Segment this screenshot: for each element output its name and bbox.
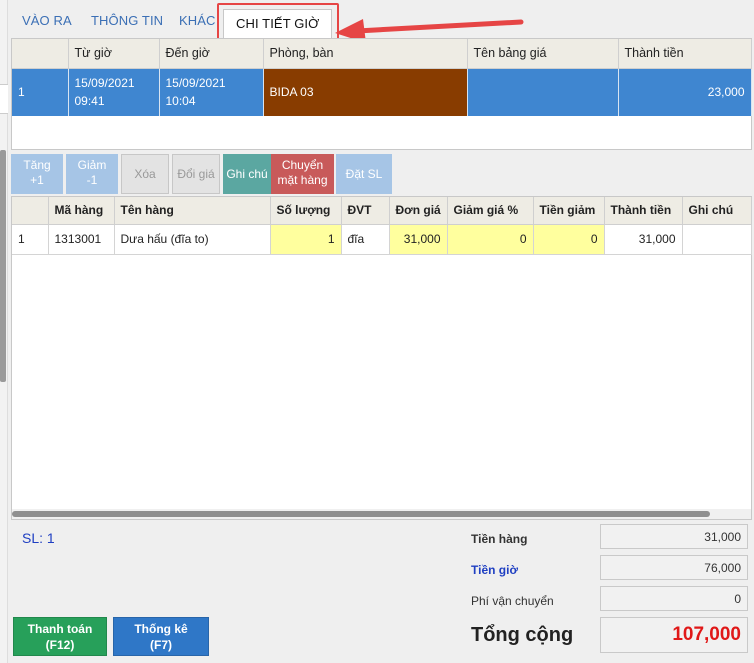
grand-total-label: Tổng cộng	[471, 624, 574, 646]
item-discount-amt-input[interactable]: 0	[533, 224, 605, 255]
set-quantity-button[interactable]: Đặt SL	[336, 154, 392, 194]
item-discount-pct-input[interactable]: 0	[447, 224, 534, 255]
item-name: Dưa hấu (đĩa to)	[114, 224, 271, 255]
items-table: Mã hàng Tên hàng Số lượng ĐVT Đơn giá Gi…	[11, 196, 752, 520]
tab-thong-tin[interactable]: THÔNG TIN	[91, 13, 163, 28]
items-table-header: Mã hàng Tên hàng Số lượng ĐVT Đơn giá Gi…	[12, 197, 752, 225]
amount-cell: 23,000	[618, 68, 752, 116]
stats-button[interactable]: Thống kê (F7)	[113, 617, 209, 656]
to-cell: 15/09/2021 10:04	[159, 68, 264, 116]
to-time: 10:04	[165, 94, 196, 109]
from-time: 09:41	[74, 94, 105, 109]
col-name: Tên hàng	[114, 197, 271, 225]
decrease-label: Giảm	[77, 158, 107, 172]
col-from-time: Từ giờ	[68, 39, 160, 69]
col-total: Thành tiền	[604, 197, 683, 225]
left-pane-edge	[0, 0, 8, 663]
pay-button-label: Thanh toán	[27, 622, 93, 636]
time-table-header: Từ giờ Đến giờ Phòng, bàn Tên bảng giá T…	[12, 39, 752, 69]
item-index: 1	[12, 224, 49, 255]
item-unit: đĩa	[341, 224, 390, 255]
delete-button[interactable]: Xóa	[121, 154, 169, 194]
col-price-list: Tên bảng giá	[467, 39, 619, 69]
change-price-button[interactable]: Đổi giá	[172, 154, 220, 194]
tab-bar: VÀO RA THÔNG TIN KHÁC CHI TIẾT GIỜ	[8, 0, 754, 38]
detail-panel: VÀO RA THÔNG TIN KHÁC CHI TIẾT GIỜ Từ gi…	[8, 0, 754, 663]
note-button[interactable]: Ghi chú	[223, 154, 271, 194]
time-table: Từ giờ Đến giờ Phòng, bàn Tên bảng giá T…	[11, 38, 752, 150]
col-qty: Số lượng	[270, 197, 342, 225]
item-total: 31,000	[604, 224, 683, 255]
room-cell: BIDA 03	[263, 68, 468, 116]
col-unit: ĐVT	[341, 197, 390, 225]
tab-chi-tiet-gio[interactable]: CHI TIẾT GIỜ	[223, 9, 333, 38]
item-code: 1313001	[48, 224, 115, 255]
stats-button-shortcut: (F7)	[150, 638, 172, 652]
horizontal-scrollbar-track	[12, 509, 751, 519]
horizontal-scrollbar[interactable]	[12, 511, 710, 517]
item-price-input[interactable]: 31,000	[389, 224, 448, 255]
shipping-fee-input[interactable]: 0	[600, 586, 748, 611]
time-total-value: 76,000	[600, 555, 748, 580]
quantity-count: SL: 1	[22, 530, 55, 546]
increase-step: +1	[30, 173, 44, 187]
grand-total-value: 107,000	[600, 617, 748, 653]
col-room: Phòng, bàn	[263, 39, 468, 69]
decrease-step: -1	[86, 173, 98, 187]
goods-total-value: 31,000	[600, 524, 748, 549]
move-item-label2: mặt hàng	[277, 173, 328, 187]
move-item-label1: Chuyển	[281, 158, 324, 172]
increase-label: Tăng	[23, 158, 51, 172]
shipping-fee-label: Phí vận chuyển	[471, 594, 554, 608]
left-pane-selected-row	[0, 84, 8, 114]
pay-button[interactable]: Thanh toán (F12)	[13, 617, 107, 656]
col-discount-pct: Giảm giá %	[447, 197, 534, 225]
from-cell: 15/09/2021 09:41	[68, 68, 160, 116]
increase-button[interactable]: Tăng +1	[11, 154, 63, 194]
item-qty-input[interactable]: 1	[270, 224, 342, 255]
col-note: Ghi chú	[682, 197, 752, 225]
col-amount: Thành tiền	[618, 39, 752, 69]
row-index: 1	[12, 68, 69, 116]
tab-khac[interactable]: KHÁC	[179, 13, 216, 28]
col-discount-amt: Tiền giảm	[533, 197, 605, 225]
col-to-time: Đến giờ	[159, 39, 264, 69]
to-date: 15/09/2021	[165, 76, 226, 91]
table-row[interactable]: 1 15/09/2021 09:41 15/09/2021 10:04 BIDA…	[12, 68, 752, 116]
col-index	[12, 39, 69, 69]
price-list-cell[interactable]	[467, 68, 619, 116]
item-note[interactable]	[682, 224, 752, 255]
stats-button-label: Thống kê	[134, 622, 188, 636]
col-index	[12, 197, 49, 225]
time-total-label: Tiền giờ	[471, 563, 518, 577]
table-row[interactable]: 1 1313001 Dưa hấu (đĩa to) 1 đĩa 31,000 …	[12, 224, 752, 255]
goods-total-label: Tiền hàng	[471, 532, 528, 546]
left-pane-scrollbar[interactable]	[0, 150, 6, 382]
from-date: 15/09/2021	[74, 76, 135, 91]
col-code: Mã hàng	[48, 197, 115, 225]
col-unit-price: Đơn giá	[389, 197, 448, 225]
move-item-button[interactable]: Chuyển mặt hàng	[271, 154, 334, 194]
tab-vao-ra[interactable]: VÀO RA	[22, 13, 72, 28]
decrease-button[interactable]: Giảm -1	[66, 154, 118, 194]
pay-button-shortcut: (F12)	[45, 638, 75, 652]
